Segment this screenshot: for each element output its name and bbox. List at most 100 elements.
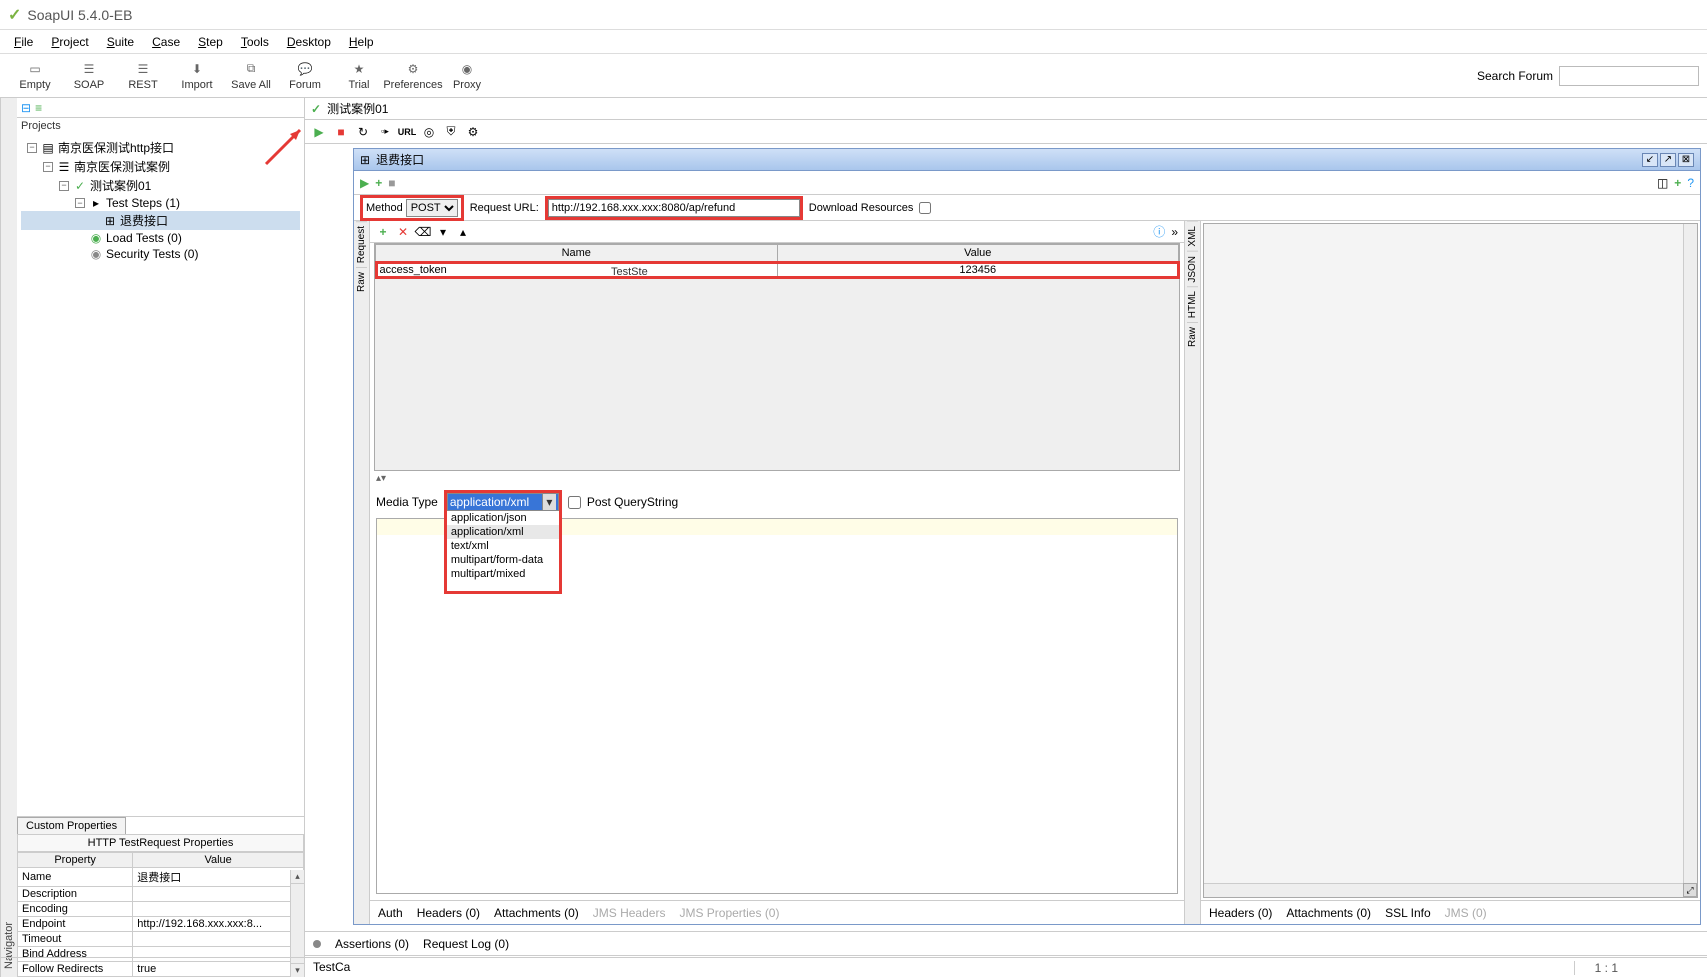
tree-suite[interactable]: −☰南京医保测试案例 bbox=[21, 157, 300, 176]
method-select[interactable]: POST bbox=[406, 199, 458, 217]
post-querystring-checkbox[interactable] bbox=[568, 496, 581, 509]
run-icon[interactable]: ▶ bbox=[311, 124, 327, 140]
window-titlebar[interactable]: ⊞ 退费接口 ↙ ↗ ⊠ bbox=[354, 149, 1700, 171]
prop-row[interactable]: Timeout bbox=[18, 932, 304, 947]
tree-project[interactable]: −▤南京医保测试http接口 bbox=[21, 138, 300, 157]
media-option[interactable]: application/xml bbox=[447, 525, 559, 539]
media-option[interactable]: text/xml bbox=[447, 539, 559, 553]
window-close-icon[interactable]: ⊠ bbox=[1678, 153, 1694, 167]
expander-icon[interactable]: − bbox=[59, 181, 69, 191]
menu-tools[interactable]: Tools bbox=[233, 33, 277, 51]
menu-step[interactable]: Step bbox=[190, 33, 231, 51]
resp-raw-tab[interactable]: Raw bbox=[1187, 322, 1198, 351]
menu-case[interactable]: Case bbox=[144, 33, 188, 51]
params-empty-area[interactable] bbox=[375, 278, 1179, 470]
tree-expand-icon[interactable]: ⊟ bbox=[21, 101, 31, 115]
search-forum-input[interactable] bbox=[1559, 66, 1699, 86]
tab-jms[interactable]: JMS (0) bbox=[1445, 906, 1487, 920]
menu-desktop[interactable]: Desktop bbox=[279, 33, 339, 51]
response-expand-icon[interactable]: ⤢ bbox=[1683, 883, 1697, 897]
target-icon[interactable]: ◎ bbox=[421, 124, 437, 140]
tab-headers[interactable]: Headers (0) bbox=[417, 906, 480, 920]
custom-properties-tab[interactable]: Custom Properties bbox=[17, 817, 126, 834]
expand-icon[interactable]: » bbox=[1171, 225, 1178, 239]
tab-resp-attachments[interactable]: Attachments (0) bbox=[1286, 906, 1371, 920]
param-row[interactable]: access_token 123456 bbox=[376, 262, 1179, 279]
toolbar-import-button[interactable]: ⬇Import bbox=[170, 56, 224, 96]
scroll-up-icon[interactable]: ▴ bbox=[291, 870, 304, 884]
toolbar-saveall-button[interactable]: ⧉Save All bbox=[224, 56, 278, 96]
run-icon[interactable]: ▶ bbox=[360, 176, 369, 190]
param-value-cell[interactable]: 123456 bbox=[777, 262, 1179, 279]
step-icon[interactable]: ▫▸ bbox=[377, 124, 393, 140]
toolbar-empty-button[interactable]: ▭Empty bbox=[8, 56, 62, 96]
tree-case[interactable]: −✓测试案例01 bbox=[21, 176, 300, 195]
tree-steps-folder[interactable]: −▸Test Steps (1) bbox=[21, 195, 300, 211]
response-vscroll[interactable] bbox=[1683, 224, 1697, 897]
tree-step-selected[interactable]: ⊞退费接口 bbox=[21, 211, 300, 230]
collapse-toggle[interactable]: ▴▾ bbox=[370, 471, 1184, 486]
toolbar-rest-button[interactable]: ☰REST bbox=[116, 56, 170, 96]
raw-tab[interactable]: Raw bbox=[356, 267, 367, 296]
dropdown-icon[interactable]: ▾ bbox=[436, 225, 450, 239]
assertions-tab[interactable]: Assertions (0) bbox=[335, 937, 409, 951]
prop-row[interactable]: Name退费接口 bbox=[18, 868, 304, 887]
navigator-side-tab[interactable]: Navigator bbox=[0, 98, 17, 977]
stop-icon[interactable]: ■ bbox=[333, 124, 349, 140]
prop-row[interactable]: Encoding bbox=[18, 902, 304, 917]
toolbar-trial-button[interactable]: ★Trial bbox=[332, 56, 386, 96]
menu-help[interactable]: Help bbox=[341, 33, 382, 51]
settings-icon[interactable]: ⚙ bbox=[465, 124, 481, 140]
tree-load-tests[interactable]: ◉Load Tests (0) bbox=[21, 230, 300, 246]
media-option[interactable]: application/json bbox=[447, 511, 559, 525]
toolbar-soap-button[interactable]: ☰SOAP bbox=[62, 56, 116, 96]
menu-project[interactable]: Project bbox=[43, 33, 96, 51]
resp-json-tab[interactable]: JSON bbox=[1187, 251, 1198, 287]
toolbar-preferences-button[interactable]: ⚙Preferences bbox=[386, 56, 440, 96]
response-content[interactable]: ⤢ bbox=[1203, 223, 1698, 898]
tree-list-icon[interactable]: ≡ bbox=[35, 101, 42, 115]
window-maximize-icon[interactable]: ↗ bbox=[1660, 153, 1676, 167]
add-assertion-icon[interactable]: + bbox=[1674, 176, 1681, 190]
tab-jms-properties[interactable]: JMS Properties (0) bbox=[679, 906, 779, 920]
media-option[interactable]: multipart/form-data bbox=[447, 553, 559, 567]
download-resources-checkbox[interactable] bbox=[919, 202, 931, 214]
tab-resp-headers[interactable]: Headers (0) bbox=[1209, 906, 1272, 920]
resp-xml-tab[interactable]: XML bbox=[1187, 221, 1198, 251]
expander-icon[interactable]: − bbox=[43, 162, 53, 172]
add-icon[interactable]: + bbox=[375, 176, 382, 190]
media-option[interactable]: multipart/mixed bbox=[447, 567, 559, 581]
tree-security-tests[interactable]: ◉Security Tests (0) bbox=[21, 246, 300, 262]
expander-icon[interactable]: − bbox=[27, 143, 37, 153]
tab-ssl-info[interactable]: SSL Info bbox=[1385, 906, 1431, 920]
tab-jms-headers[interactable]: JMS Headers bbox=[593, 906, 666, 920]
tab-auth[interactable]: Auth bbox=[378, 906, 403, 920]
shield-icon[interactable]: ⛨ bbox=[443, 124, 459, 140]
help-icon[interactable]: ⓘ bbox=[1153, 223, 1165, 240]
help-icon[interactable]: ? bbox=[1687, 176, 1694, 190]
expander-icon[interactable]: − bbox=[75, 198, 85, 208]
split-icon[interactable]: ◫ bbox=[1657, 176, 1668, 190]
param-name-cell[interactable]: access_token bbox=[376, 262, 778, 279]
toolbar-forum-button[interactable]: 💬Forum bbox=[278, 56, 332, 96]
response-hscroll[interactable] bbox=[1204, 883, 1683, 897]
window-restore-icon[interactable]: ↙ bbox=[1642, 153, 1658, 167]
media-type-select[interactable]: application/xml ▾ bbox=[447, 493, 559, 511]
clear-icon[interactable]: ⌫ bbox=[416, 225, 430, 239]
request-tab[interactable]: Request bbox=[356, 221, 367, 267]
request-log-tab[interactable]: Request Log (0) bbox=[423, 937, 509, 951]
stop-icon[interactable]: ■ bbox=[388, 176, 395, 190]
prop-row[interactable]: Description bbox=[18, 887, 304, 902]
request-url-input[interactable] bbox=[548, 199, 800, 217]
remove-param-icon[interactable]: ✕ bbox=[396, 225, 410, 239]
prop-row[interactable]: Endpointhttp://192.168.xxx.xxx:8... bbox=[18, 917, 304, 932]
toolbar-proxy-button[interactable]: ◉Proxy bbox=[440, 56, 494, 96]
url-icon[interactable]: URL bbox=[399, 124, 415, 140]
menu-suite[interactable]: Suite bbox=[99, 33, 142, 51]
add-param-icon[interactable]: + bbox=[376, 225, 390, 239]
loop-icon[interactable]: ↻ bbox=[355, 124, 371, 140]
tab-attachments[interactable]: Attachments (0) bbox=[494, 906, 579, 920]
menu-file[interactable]: File bbox=[6, 33, 41, 51]
up-icon[interactable]: ▴ bbox=[456, 225, 470, 239]
resp-html-tab[interactable]: HTML bbox=[1187, 286, 1198, 322]
